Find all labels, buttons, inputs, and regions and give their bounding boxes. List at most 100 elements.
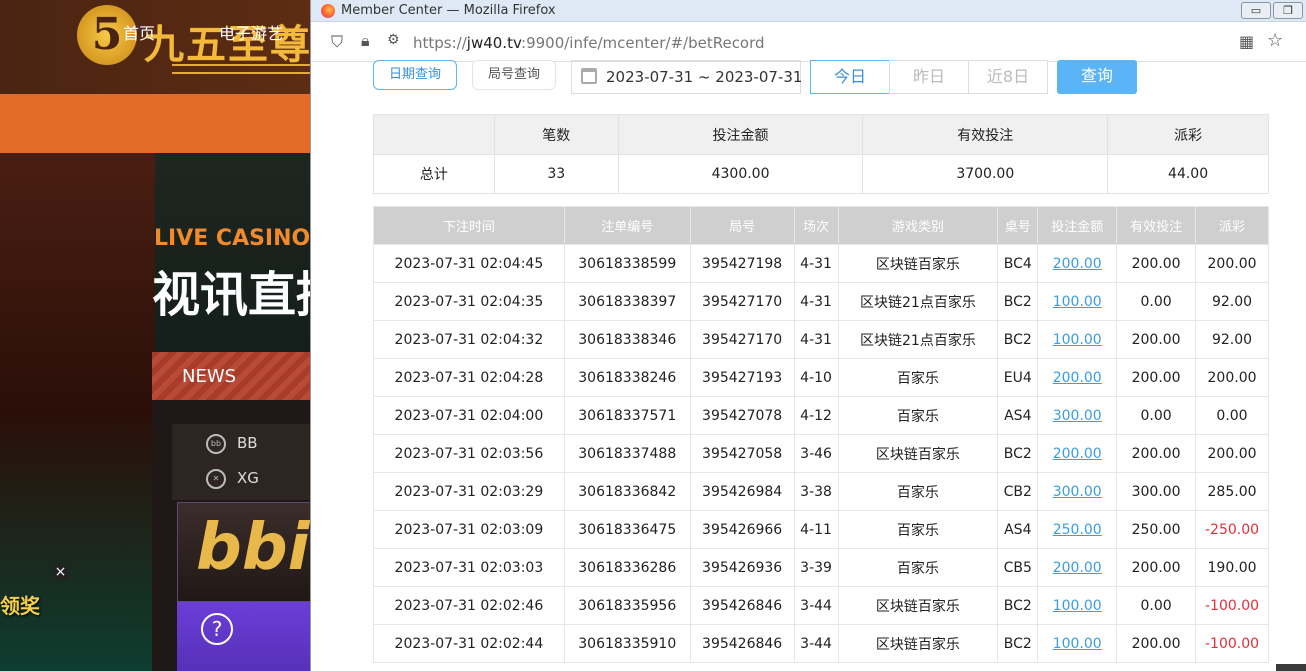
bet-time-cell: 2023-07-31 02:03:03 [373,548,565,587]
round-query-tab[interactable]: 局号查询 [472,60,556,90]
bg-nav-slots[interactable]: 电子游艺 [219,20,283,44]
session-cell: 4-10 [793,358,839,397]
session-cell: 3-38 [793,472,839,511]
summary-header: 笔数 [493,114,619,155]
bet-amount-link[interactable]: 200.00 [1037,244,1118,283]
order-id-cell: 30618337571 [563,396,691,435]
bet-time-cell: 2023-07-31 02:03:29 [373,472,565,511]
bg-bbin-logo[interactable]: bbin [177,502,312,602]
game-type-cell: 百家乐 [837,472,999,511]
game-type-cell: 百家乐 [837,548,999,587]
restore-button[interactable]: ❐ [1273,2,1303,19]
table-id-cell: CB5 [997,548,1039,587]
bet-time-cell: 2023-07-31 02:03:56 [373,434,565,473]
help-icon[interactable]: ? [201,613,233,645]
session-cell: 4-11 [793,510,839,549]
bg-promo-badge[interactable]: 领奖 [0,590,40,619]
bet-time-cell: 2023-07-31 02:04:00 [373,396,565,435]
bg-provider-xg[interactable]: XG [237,469,259,487]
calendar-icon [581,68,597,84]
url-input[interactable]: https://jw40.tv:9900/infe/mcenter/#/betR… [413,34,765,52]
bet-amount-link[interactable]: 200.00 [1037,358,1118,397]
bet-amount-link[interactable]: 100.00 [1037,624,1118,663]
payout-cell: 92.00 [1195,320,1269,359]
order-id-cell: 30618336842 [563,472,691,511]
record-header: 有效投注 [1116,206,1197,245]
permissions-icon[interactable]: ⚙ [387,32,400,48]
summary-header-row: 笔数 投注金额 有效投注 派彩 [373,114,1269,155]
bg-logo-ornament [172,64,312,74]
table-row: 2023-07-31 02:02:44 30618335910 395426846 3… [373,624,1269,663]
yesterday-button[interactable]: 昨日 [889,60,969,94]
bet-amount-link[interactable]: 300.00 [1037,396,1118,435]
game-type-cell: 区块链百家乐 [837,586,999,625]
payout-cell: 285.00 [1195,472,1269,511]
window-titlebar: Member Center — Mozilla Firefox ▭ ❐ [311,0,1306,22]
table-row: 2023-07-31 02:02:46 30618335956 395426846 3… [373,586,1269,625]
record-header: 投注金额 [1037,206,1118,245]
bb-icon: bb [206,434,226,454]
bet-amount-link[interactable]: 100.00 [1037,320,1118,359]
order-id-cell: 30618338397 [563,282,691,321]
bg-purple-panel [177,602,312,671]
valid-bet-cell: 300.00 [1116,472,1197,511]
window-title: Member Center — Mozilla Firefox [341,3,556,18]
table-id-cell: BC2 [997,320,1039,359]
shield-icon[interactable]: ⛉ [331,32,343,52]
round-id-cell: 395426984 [689,472,795,511]
bet-amount-link[interactable]: 250.00 [1037,510,1118,549]
bg-provider-bb[interactable]: BB [237,434,258,452]
round-id-cell: 395427170 [689,320,795,359]
table-row: 2023-07-31 02:04:00 30618337571 395427078 4… [373,396,1269,435]
summary-total-row: 总计 33 4300.00 3700.00 44.00 [373,154,1269,194]
summary-header [373,114,495,155]
xg-icon: ✕ [206,469,226,489]
table-row: 2023-07-31 02:04:35 30618338397 395427170 4… [373,282,1269,321]
game-type-cell: 区块链百家乐 [837,624,999,663]
bet-amount-link[interactable]: 300.00 [1037,472,1118,511]
today-button[interactable]: 今日 [810,60,890,94]
bg-nav-home[interactable]: 首页 [123,20,155,44]
date-range-input[interactable]: 2023-07-31 ~ 2023-07-31 [571,60,802,94]
table-id-cell: CB2 [997,472,1039,511]
bet-time-cell: 2023-07-31 02:04:28 [373,358,565,397]
bet-amount-link[interactable]: 200.00 [1037,548,1118,587]
last-8-days-button[interactable]: 近8日 [968,60,1048,94]
bookmark-star-icon[interactable]: ☆ [1267,30,1283,51]
lock-icon[interactable]: 🔒︎ [361,31,370,51]
table-row: 2023-07-31 02:04:28 30618338246 395427193 4… [373,358,1269,397]
bet-amount-link[interactable]: 100.00 [1037,586,1118,625]
record-header: 场次 [793,206,839,245]
record-header-row: 下注时间 注单编号 局号 场次 游戏类别 桌号 投注金额 有效投注 派彩 [373,206,1269,245]
table-id-cell: AS4 [997,510,1039,549]
game-type-cell: 百家乐 [837,510,999,549]
minimize-button[interactable]: ▭ [1241,2,1271,19]
summary-header: 有效投注 [862,114,1109,155]
record-header: 注单编号 [563,206,691,245]
bet-amount-link[interactable]: 100.00 [1037,282,1118,321]
round-id-cell: 395427198 [689,244,795,283]
game-type-cell: 区块链21点百家乐 [837,282,999,321]
order-id-cell: 30618335956 [563,586,691,625]
bet-amount-link[interactable]: 200.00 [1037,434,1118,473]
bet-time-cell: 2023-07-31 02:03:09 [373,510,565,549]
close-icon[interactable]: × [52,564,69,581]
date-query-tab[interactable]: 日期查询 [373,60,457,90]
valid-bet-cell: 200.00 [1116,244,1197,283]
table-id-cell: BC2 [997,624,1039,663]
record-header: 游戏类别 [837,206,999,245]
round-id-cell: 395427170 [689,282,795,321]
table-id-cell: BC2 [997,434,1039,473]
order-id-cell: 30618337488 [563,434,691,473]
game-type-cell: 区块链百家乐 [837,244,999,283]
qr-code-icon[interactable]: ▦ [1239,32,1254,51]
round-id-cell: 395426936 [689,548,795,587]
round-id-cell: 395426846 [689,624,795,663]
record-body: 2023-07-31 02:04:45 30618338599 395427198 4… [373,244,1269,663]
record-header: 桌号 [997,206,1039,245]
order-id-cell: 30618336475 [563,510,691,549]
summary-cell: 4300.00 [617,154,864,194]
order-id-cell: 30618336286 [563,548,691,587]
query-button[interactable]: 查询 [1057,60,1137,94]
table-row: 2023-07-31 02:03:56 30618337488 395427058 3… [373,434,1269,473]
